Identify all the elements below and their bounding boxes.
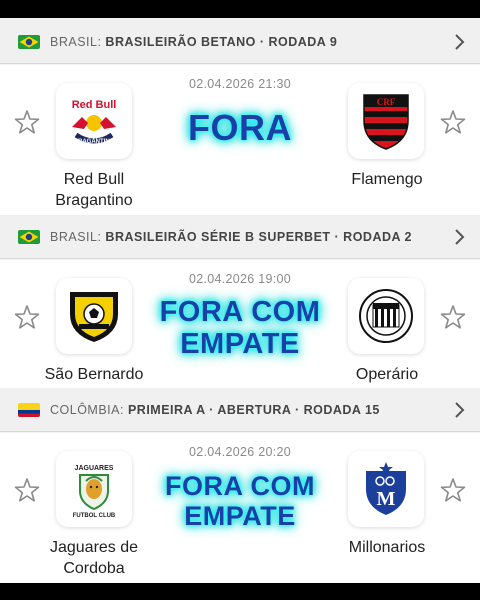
league-country: BRASIL:	[50, 34, 102, 49]
home-team-name-line2: Cordoba	[63, 560, 125, 577]
match-row[interactable]: 02.04.2026 21:30 Red Bull BRAGANTINO CRF…	[0, 65, 480, 215]
home-team-name-line1: Red Bull	[63, 171, 125, 188]
away-team-name-line1: Flamengo	[351, 171, 423, 188]
brazil-flag-icon	[18, 34, 40, 49]
favorite-star-icon[interactable]	[440, 477, 466, 503]
favorite-star-icon[interactable]	[440, 304, 466, 330]
league-header-brasileirao[interactable]: BRASIL: BRASILEIRÃO BETANO · RODADA 9	[0, 20, 480, 64]
overlay-line2: EMPATE	[184, 501, 296, 532]
favorite-star-icon[interactable]	[14, 304, 40, 330]
home-team-name[interactable]: Jaguares de Cordoba	[24, 537, 164, 579]
match-row[interactable]: 02.04.2026 20:20 JAGUARES FUTBOL CLUB M …	[0, 433, 480, 583]
league-country: COLÔMBIA:	[50, 402, 124, 417]
sao-bernardo-logo[interactable]	[56, 278, 132, 354]
svg-text:BRAGANTINO: BRAGANTINO	[74, 139, 115, 145]
league-title: BRASIL: BRASILEIRÃO SÉRIE B SUPERBET · R…	[50, 230, 412, 244]
chevron-right-icon[interactable]	[452, 401, 466, 419]
away-team-name[interactable]: Flamengo	[317, 169, 457, 190]
svg-text:JAGUARES: JAGUARES	[75, 465, 114, 472]
league-title: COLÔMBIA: PRIMEIRA A · ABERTURA · RODADA…	[50, 403, 380, 417]
league-header-colombia[interactable]: COLÔMBIA: PRIMEIRA A · ABERTURA · RODADA…	[0, 388, 480, 432]
league-competition: BRASILEIRÃO SÉRIE B SUPERBET · RODADA 2	[105, 229, 412, 244]
svg-text:M: M	[377, 488, 396, 510]
red-bull-bragantino-logo[interactable]: Red Bull BRAGANTINO	[56, 83, 132, 159]
league-competition: PRIMEIRA A · ABERTURA · RODADA 15	[127, 402, 380, 417]
league-competition: BRASILEIRÃO BETANO · RODADA 9	[105, 34, 338, 49]
favorite-star-icon[interactable]	[14, 477, 40, 503]
prediction-overlay-text: FORA COM EMPATE	[145, 471, 335, 531]
favorite-star-icon[interactable]	[14, 109, 40, 135]
overlay-line1: FORA COM	[159, 296, 321, 328]
prediction-overlay-text: FORA COM EMPATE	[140, 296, 340, 361]
flamengo-logo[interactable]: CRF	[348, 83, 424, 159]
favorite-star-icon[interactable]	[440, 109, 466, 135]
league-header-serie-b[interactable]: BRASIL: BRASILEIRÃO SÉRIE B SUPERBET · R…	[0, 215, 480, 259]
operario-logo[interactable]	[348, 278, 424, 354]
home-team-name[interactable]: São Bernardo	[24, 364, 164, 385]
svg-text:CRF: CRF	[377, 97, 396, 107]
chevron-right-icon[interactable]	[452, 33, 466, 51]
league-country: BRASIL:	[50, 229, 102, 244]
match-row[interactable]: 02.04.2026 19:00 São Bernardo Operário F…	[0, 260, 480, 390]
match-list-screen: BRASIL: BRASILEIRÃO BETANO · RODADA 9 02…	[0, 18, 480, 583]
colombia-flag-icon	[18, 402, 40, 417]
home-team-name-line2: Bragantino	[55, 192, 133, 209]
away-team-name-line1: Millonarios	[348, 539, 426, 556]
home-team-name[interactable]: Red Bull Bragantino	[24, 169, 164, 211]
away-team-name-line1: Operário	[355, 366, 419, 383]
overlay-line1: FORA COM	[165, 471, 315, 501]
svg-text:Red Bull: Red Bull	[72, 99, 117, 111]
overlay-line1: FORA	[188, 107, 292, 148]
overlay-line2: EMPATE	[180, 328, 300, 361]
chevron-right-icon[interactable]	[452, 228, 466, 246]
jaguares-logo[interactable]: JAGUARES FUTBOL CLUB	[56, 451, 132, 527]
home-team-name-line1: Jaguares de	[49, 539, 139, 556]
away-team-name[interactable]: Millonarios	[317, 537, 457, 558]
home-team-name-line1: São Bernardo	[44, 366, 144, 383]
prediction-overlay-text: FORA	[150, 107, 330, 148]
svg-text:FUTBOL CLUB: FUTBOL CLUB	[73, 513, 116, 519]
away-team-name[interactable]: Operário	[317, 364, 457, 385]
brazil-flag-icon	[18, 229, 40, 244]
league-title: BRASIL: BRASILEIRÃO BETANO · RODADA 9	[50, 35, 337, 49]
millonarios-logo[interactable]: M	[348, 451, 424, 527]
